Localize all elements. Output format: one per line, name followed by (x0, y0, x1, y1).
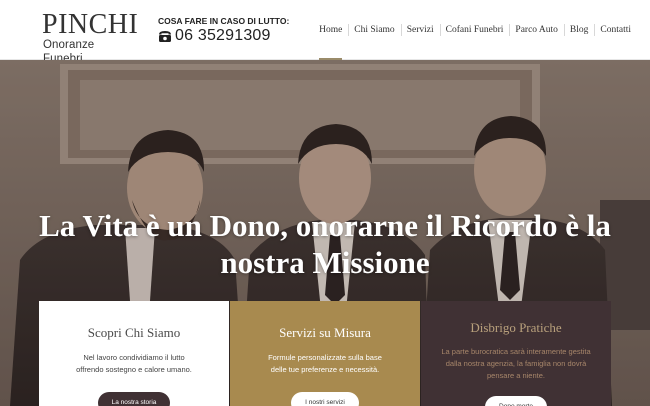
phone-number: 06 35291309 (175, 27, 271, 44)
main-nav: Home Chi Siamo Servizi Cofani Funebri Pa… (313, 0, 637, 60)
card-text: La parte burocratica sarà interamente ge… (436, 346, 596, 382)
site-header: PINCHI Onoranze Funebri COSA FARE IN CAS… (0, 0, 650, 66)
brand-name: PINCHI (42, 9, 139, 40)
nav-item-parco-auto[interactable]: Parco Auto (509, 0, 563, 60)
nav-item-contatti[interactable]: Contatti (594, 0, 637, 60)
card-text-line: Formule personalizzate sulla base (268, 353, 382, 362)
card-pratiche: Disbrigo Pratiche La parte burocratica s… (421, 301, 611, 406)
card-text-line: dalla nostra agenzia, la famiglia non do… (445, 359, 587, 368)
card-text-line: delle tue preferenze e necessità. (270, 365, 380, 374)
emergency-contact: COSA FARE IN CASO DI LUTTO: 06 35291309 (158, 16, 289, 45)
nav-item-cofani-funebri[interactable]: Cofani Funebri (439, 0, 510, 60)
la-nostra-storia-button[interactable]: La nostra storia (97, 392, 171, 406)
nav-item-chi-siamo[interactable]: Chi Siamo (348, 0, 400, 60)
i-nostri-servizi-button[interactable]: I nostri servizi (291, 392, 359, 406)
card-text-line: Nel lavoro condividiamo il lutto (83, 353, 185, 362)
brand-logo[interactable]: PINCHI Onoranze Funebri (42, 11, 138, 66)
card-chi-siamo: Scopri Chi Siamo Nel lavoro condividiamo… (39, 301, 229, 406)
card-text-line: pensare a niente. (487, 371, 545, 380)
card-text-line: La parte burocratica sarà interamente ge… (441, 347, 591, 356)
hero-title-line2: nostra Missione (220, 245, 430, 280)
card-title: Servizi su Misura (279, 325, 371, 340)
emergency-label: COSA FARE IN CASO DI LUTTO: (158, 16, 290, 26)
card-text: Nel lavoro condividiamo il lutto offrend… (59, 352, 209, 376)
nav-item-home[interactable]: Home (313, 0, 348, 60)
card-title: Disbrigo Pratiche (470, 320, 562, 335)
card-title: Scopri Chi Siamo (87, 325, 181, 340)
hero-title: La Vita è un Dono, onorarne il Ricordo è… (0, 207, 650, 281)
hero-title-line1: La Vita è un Dono, onorarne il Ricordo è… (39, 208, 611, 243)
card-text-line: offrendo sostegno e calore umano. (76, 365, 192, 374)
nav-item-servizi[interactable]: Servizi (400, 0, 440, 60)
dopo-morte-button[interactable]: Dopo morte (485, 396, 547, 406)
nav-item-blog[interactable]: Blog (563, 0, 594, 60)
phone-icon (158, 29, 172, 43)
card-text: Formule personalizzate sulla base delle … (250, 352, 400, 376)
card-servizi: Servizi su Misura Formule personalizzate… (230, 301, 420, 406)
phone-link[interactable]: 06 35291309 (158, 27, 289, 45)
